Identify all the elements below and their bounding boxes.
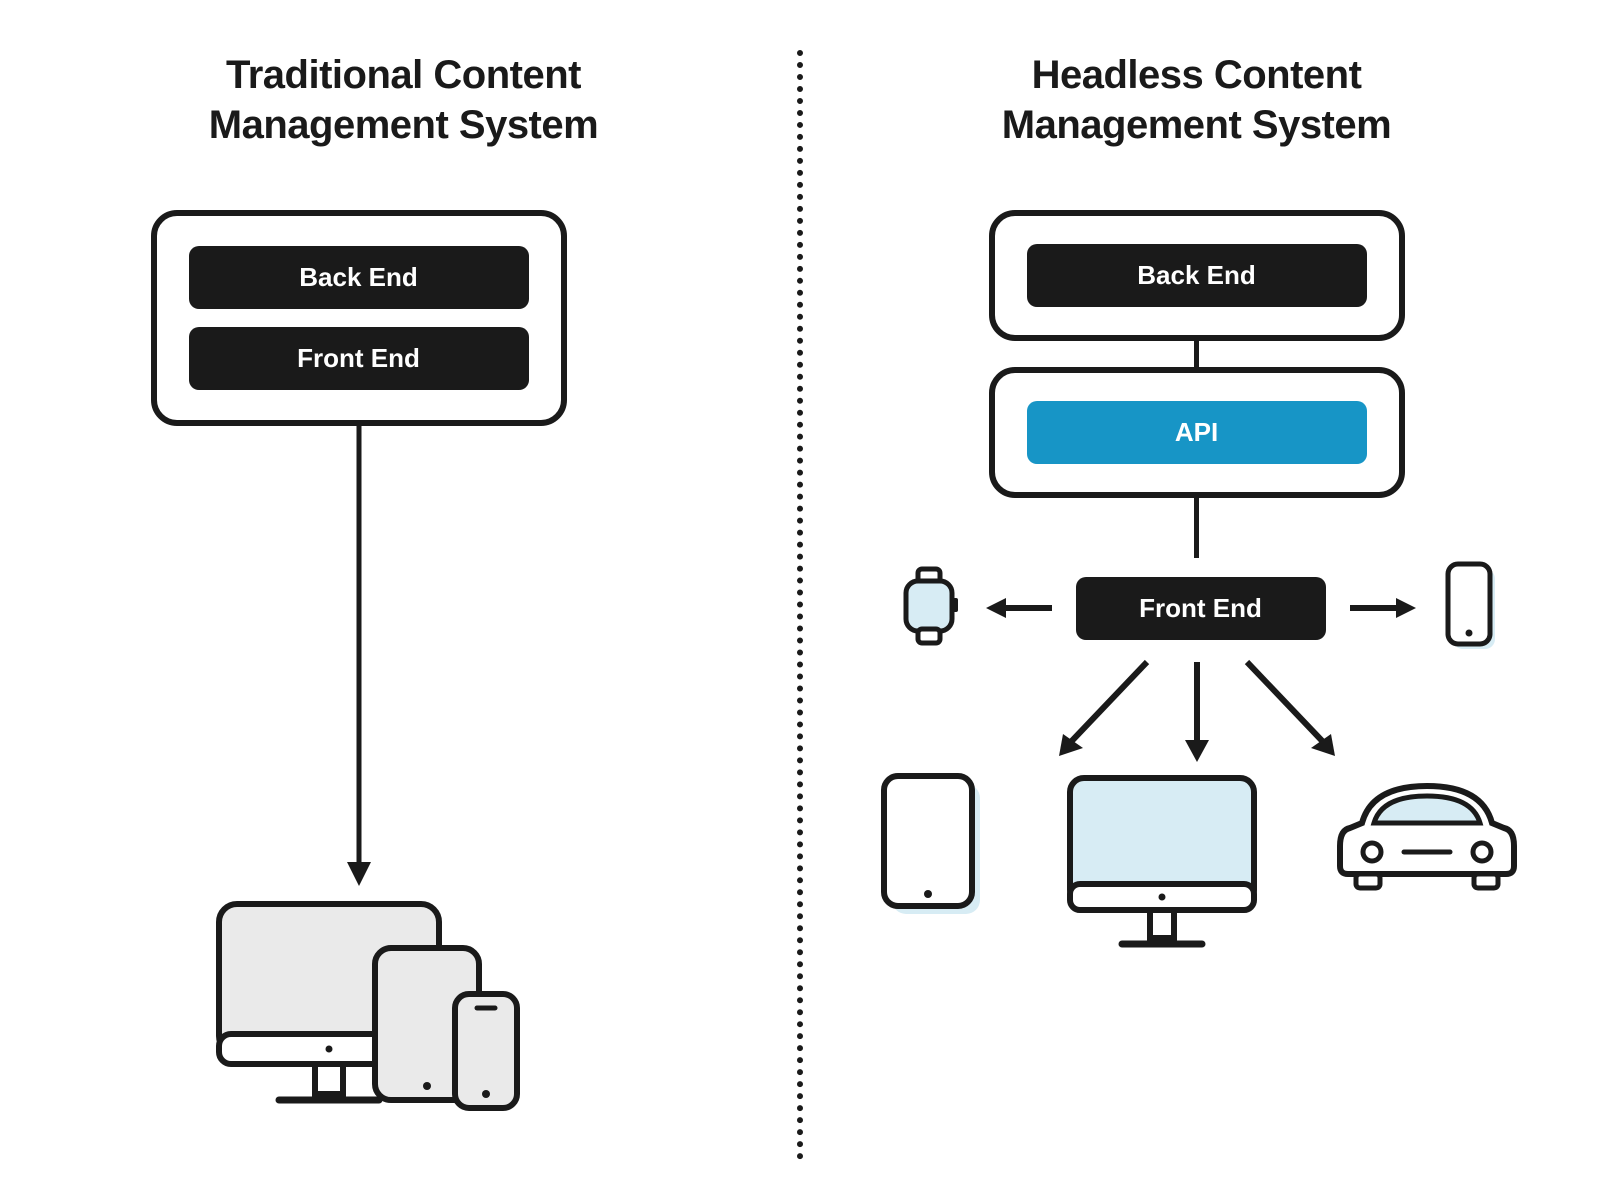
diagram-container: Traditional Content Management System Ba… <box>0 0 1600 1200</box>
car-icon <box>1332 768 1522 898</box>
arrow-left-icon <box>984 593 1054 623</box>
traditional-front-end: Front End <box>189 327 529 390</box>
traditional-back-end: Back End <box>189 246 529 309</box>
arrow-down-long <box>319 426 399 886</box>
front-end-hub: Front End <box>892 558 1502 658</box>
connector-backend-api <box>1194 341 1199 367</box>
traditional-title-line2: Management System <box>209 103 598 147</box>
headless-back-end: Back End <box>1027 244 1367 307</box>
headless-title-line2: Management System <box>1002 103 1391 147</box>
headless-title: Headless Content Management System <box>1002 50 1391 150</box>
connector-api-frontend <box>1194 498 1199 558</box>
traditional-title: Traditional Content Management System <box>209 50 598 150</box>
phone-icon <box>1440 558 1502 658</box>
devices-group-icon <box>189 886 529 1126</box>
headless-front-end: Front End <box>1076 577 1326 640</box>
tablet-icon <box>872 768 992 928</box>
center-divider <box>797 50 803 1160</box>
traditional-box: Back End Front End <box>151 210 567 426</box>
headless-api: API <box>1027 401 1367 464</box>
device-row <box>872 768 1522 968</box>
headless-title-line1: Headless Content <box>1032 53 1362 97</box>
traditional-cms-column: Traditional Content Management System Ba… <box>20 50 787 1160</box>
traditional-title-line1: Traditional Content <box>226 53 581 97</box>
headless-backend-box: Back End <box>989 210 1405 341</box>
fanout-arrows <box>917 654 1477 774</box>
smartwatch-icon <box>892 563 962 653</box>
headless-api-box: API <box>989 367 1405 498</box>
headless-cms-column: Headless Content Management System Back … <box>813 50 1580 1160</box>
monitor-icon <box>1052 768 1272 968</box>
arrow-right-icon <box>1348 593 1418 623</box>
